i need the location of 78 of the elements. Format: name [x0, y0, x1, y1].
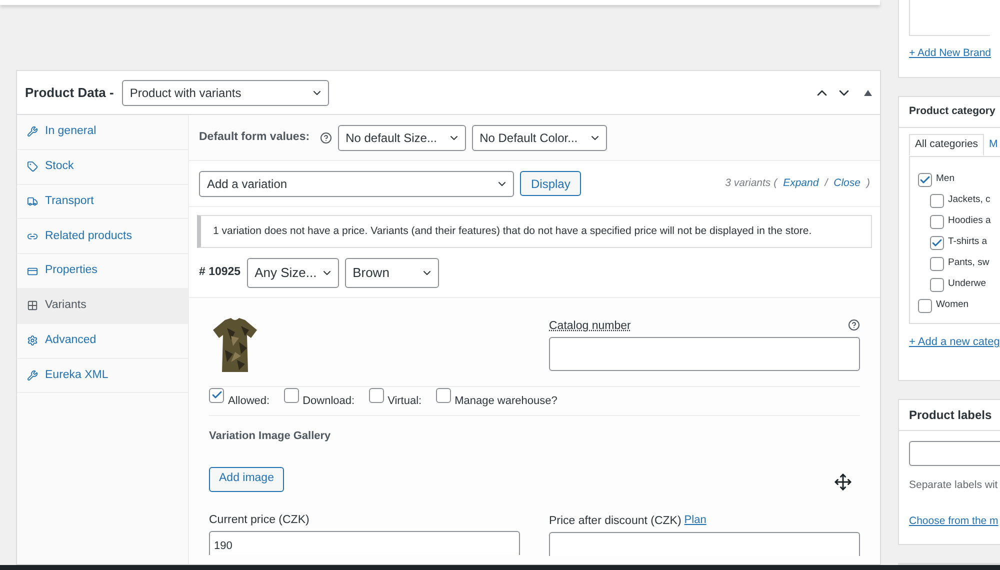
labels-hint: Separate labels wit	[909, 478, 999, 493]
catalog-number-input[interactable]	[549, 337, 860, 372]
checkbox[interactable]	[930, 278, 944, 292]
sidebar-tab[interactable]: Related products	[17, 219, 188, 254]
wrench-icon	[27, 126, 38, 138]
add-image-button[interactable]: Add image	[209, 466, 284, 492]
category-tab[interactable]: M	[984, 134, 1000, 156]
tag-icon	[27, 161, 38, 172]
dropdown-select[interactable]: Any Size...	[246, 258, 339, 288]
wrench-icon	[27, 370, 38, 381]
category-tab[interactable]: All categories	[909, 134, 984, 156]
category-label: Jackets, c	[948, 193, 990, 208]
dropdown-select[interactable]: No Default Color...	[472, 124, 607, 150]
card-icon	[27, 266, 38, 277]
checkbox[interactable]	[918, 298, 932, 312]
plan-link[interactable]: Plan	[684, 512, 706, 528]
category-label: Women	[936, 298, 969, 312]
price-label: Current price (CZK)	[209, 512, 310, 528]
tshirt-drawing	[211, 318, 259, 374]
checkbox[interactable]	[368, 388, 384, 402]
checkbox[interactable]	[930, 194, 944, 208]
check-icon	[931, 236, 943, 248]
checkbox[interactable]	[436, 388, 451, 402]
collapse-triangle-icon[interactable]	[864, 90, 872, 96]
grid-icon	[27, 300, 38, 312]
category-label: Underwe	[948, 277, 986, 292]
checkbox[interactable]	[209, 388, 224, 402]
gallery-title: Variation Image Gallery	[209, 429, 331, 444]
catalog-number-label: Catalog number	[549, 319, 631, 334]
option-label: Allowed:	[228, 394, 270, 408]
category-label: Men	[936, 172, 954, 186]
default-form-label: Default form values:	[199, 130, 310, 145]
check-icon	[210, 389, 222, 401]
sidebar-tab[interactable]: Advanced	[17, 324, 188, 359]
checkbox[interactable]	[918, 172, 932, 186]
category-label: Pants, sw	[948, 256, 990, 270]
expand-link[interactable]: Expand	[783, 176, 819, 192]
option-label: Download:	[302, 394, 355, 408]
settings-icon	[27, 335, 38, 346]
checkbox[interactable]	[930, 236, 944, 250]
price-input[interactable]: 190	[209, 530, 520, 555]
sidebar-tab[interactable]: Stock	[17, 150, 188, 185]
notice-message: 1 variation does not have a price. Variants (and their features) that do not have a specified price will not be displayed in the store.	[197, 215, 872, 248]
discount-price-input[interactable]	[549, 532, 860, 556]
truck-icon	[27, 196, 38, 207]
variant-id: # 10925	[199, 264, 241, 280]
sidebar-tab[interactable]: In general	[17, 115, 188, 150]
dropdown-select[interactable]: No default Size...	[338, 124, 466, 150]
display-button[interactable]: Display	[520, 171, 582, 196]
checkbox[interactable]	[284, 388, 299, 402]
sidebar-tab[interactable]: Eureka XML	[17, 358, 188, 394]
category-label: Hoodies a	[948, 214, 991, 228]
labels-input[interactable]	[909, 441, 1000, 466]
help-icon[interactable]	[848, 319, 860, 332]
paren-text: )	[866, 176, 870, 191]
dropdown-select[interactable]: Add a variation	[199, 170, 514, 196]
checkbox[interactable]	[930, 256, 944, 270]
checkbox[interactable]	[930, 214, 944, 228]
discount-price-label: Price after discount (CZK)	[549, 514, 682, 529]
sidebar-tab[interactable]: Transport	[17, 184, 188, 220]
help-icon[interactable]	[320, 132, 332, 144]
category-label: T-shirts a	[948, 235, 988, 250]
panel-title: Product Data -	[25, 84, 114, 102]
dropdown-select[interactable]: Product with variants	[122, 80, 329, 106]
close-link[interactable]: Close	[834, 176, 860, 192]
variant-count: 3 variants (	[725, 176, 778, 191]
labels-panel-title: Product labels	[909, 407, 992, 424]
category-panel-title: Product category	[909, 104, 996, 120]
add-category-link[interactable]: + Add a new categ	[909, 334, 1000, 350]
add-brand-link[interactable]: + Add New Brand	[909, 46, 992, 63]
check-icon	[919, 174, 931, 186]
option-label: Manage warehouse?	[454, 394, 558, 408]
separator-text: /	[824, 176, 828, 191]
dropdown-select[interactable]: Brown	[344, 258, 439, 288]
option-label: Virtual:	[388, 394, 422, 408]
sidebar-tab[interactable]: Variants	[17, 288, 188, 324]
move-cursor-icon	[834, 473, 852, 491]
choose-labels-link[interactable]: Choose from the m	[909, 514, 1000, 530]
